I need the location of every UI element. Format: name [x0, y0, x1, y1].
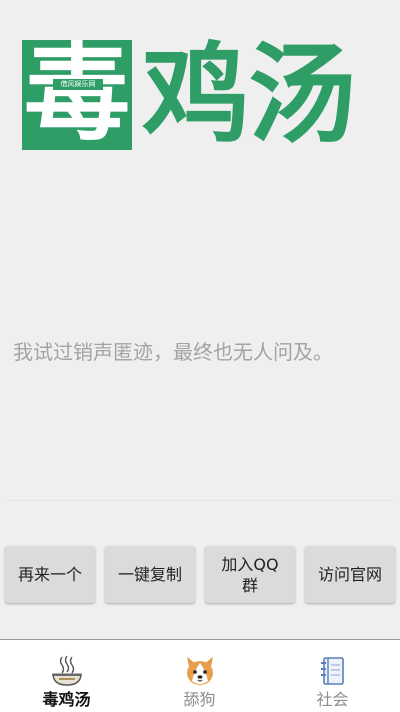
notebook-icon: [320, 657, 344, 685]
action-bar: 再来一个 一键复制 加入QQ群 访问官网: [0, 546, 400, 606]
tab-label: 毒鸡汤: [42, 690, 91, 709]
dog-face-icon: [186, 657, 213, 685]
logo-wordmark: 鸡汤: [142, 33, 356, 158]
tab-society[interactable]: 社会: [266, 640, 399, 712]
tab-simp[interactable]: 舔狗: [133, 640, 266, 712]
tab-poison-soup[interactable]: 毒鸡汤: [0, 640, 133, 712]
tab-label: 舔狗: [183, 690, 216, 709]
visit-website-button[interactable]: 访问官网: [305, 546, 395, 603]
logo-badge-char: 毒: [24, 40, 130, 150]
bottom-tab-bar: 毒鸡汤 舔狗 社会: [0, 639, 400, 712]
copy-button[interactable]: 一键复制: [105, 546, 195, 603]
quote-text: 我试过销声匿迹，最终也无人问及。: [13, 340, 333, 364]
soup-bowl-icon: [51, 655, 82, 686]
tab-label: 社会: [316, 690, 349, 709]
app-logo: 毒 借风娱乐网 鸡汤: [22, 40, 382, 152]
logo-badge: 毒 借风娱乐网: [22, 40, 132, 150]
next-quote-button[interactable]: 再来一个: [5, 546, 95, 603]
logo-badge-subtext: 借风娱乐网: [53, 79, 103, 90]
content-divider: [4, 500, 396, 501]
join-qq-group-button[interactable]: 加入QQ群: [205, 546, 295, 603]
